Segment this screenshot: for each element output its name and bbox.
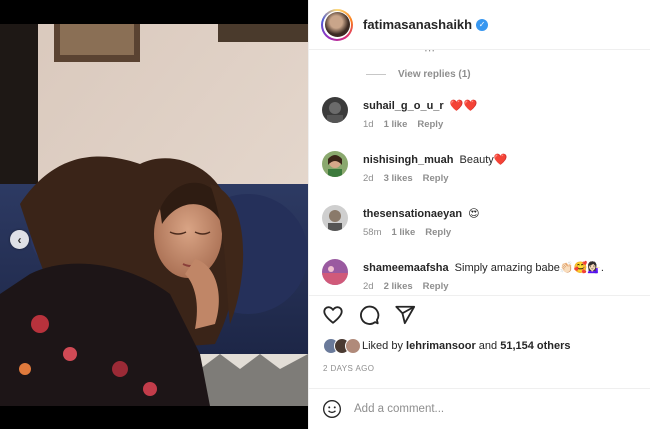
liker-avatars[interactable] [323, 338, 361, 354]
post-timestamp[interactable]: 2 DAYS AGO [323, 364, 374, 373]
post-header: fatimasanashaikh ✓ [309, 0, 650, 50]
comment-age: 2d [363, 281, 374, 292]
comment-text: Simply amazing babe👏🏻🥰💁🏻‍♀️. [454, 262, 604, 274]
comment-icon[interactable] [358, 304, 380, 326]
comment-item: suhail_g_o_u_r ❤️❤️ 1d 1 like Reply [322, 97, 642, 137]
comment-age: 1d [363, 119, 374, 130]
comment-likes-count[interactable]: 3 likes [384, 173, 413, 184]
author-avatar[interactable] [321, 8, 353, 41]
likes-summary: Liked by lehrimansoor and 51,154 others [323, 338, 571, 354]
post-sidebar: fatimasanashaikh ✓ ⋯ View replies (1) su… [308, 0, 650, 429]
comment-item: thesensationaeyan 😍 58m 1 like Reply [322, 205, 642, 245]
comment-item: shameemaafsha Simply amazing babe👏🏻🥰💁🏻‍♀… [322, 259, 642, 295]
comments-list[interactable]: ⋯ View replies (1) suhail_g_o_u_r ❤️❤️ 1… [309, 50, 650, 295]
comment-likes-count[interactable]: 1 like [384, 119, 408, 130]
post-photo[interactable]: ‹ [0, 24, 308, 406]
emoji-icon[interactable] [322, 399, 342, 419]
heart-icon[interactable] [322, 304, 344, 326]
comment-age: 58m [363, 227, 382, 238]
commenter-username[interactable]: thesensationaeyan [363, 208, 462, 220]
truncated-comment-fragment: ⋯ [424, 50, 435, 57]
reply-button[interactable]: Reply [423, 173, 449, 184]
comment-item: nishisingh_muah Beauty❤️ 2d 3 likes Repl… [322, 151, 642, 191]
author-username[interactable]: fatimasanashaikh [363, 17, 472, 32]
comment-input[interactable] [354, 403, 614, 415]
commenter-avatar[interactable] [322, 259, 348, 285]
comment-likes-count[interactable]: 1 like [391, 227, 415, 238]
others-likes-link[interactable]: 51,154 others [500, 340, 570, 352]
commenter-username[interactable]: suhail_g_o_u_r [363, 100, 444, 112]
photo-image [0, 24, 308, 406]
post-actions-bar [309, 295, 650, 333]
post-dialog: ‹ fatimasanashaikh ✓ ⋯ View replies (1) [0, 0, 650, 429]
previous-photo-button[interactable]: ‹ [10, 230, 29, 249]
reply-button[interactable]: Reply [425, 227, 451, 238]
first-liker-username[interactable]: lehrimansoor [406, 340, 476, 352]
reply-button[interactable]: Reply [417, 119, 443, 130]
commenter-username[interactable]: shameemaafsha [363, 262, 449, 274]
commenter-avatar[interactable] [322, 97, 348, 123]
comment-text: Beauty❤️ [459, 154, 508, 166]
comment-likes-count[interactable]: 2 likes [384, 281, 413, 292]
comment-age: 2d [363, 173, 374, 184]
share-icon[interactable] [394, 304, 416, 326]
reply-button[interactable]: Reply [423, 281, 449, 292]
verified-badge-icon: ✓ [476, 18, 489, 31]
comment-text: 😍 [468, 208, 480, 220]
add-comment-bar [309, 388, 650, 429]
commenter-avatar[interactable] [322, 205, 348, 231]
commenter-username[interactable]: nishisingh_muah [363, 154, 453, 166]
chevron-left-icon: ‹ [17, 232, 22, 247]
liked-by-prefix: Liked by [362, 340, 403, 352]
liked-by-conjunction: and [478, 340, 498, 352]
comment-text: ❤️❤️ [449, 100, 478, 112]
view-replies-button[interactable]: View replies (1) [366, 69, 471, 80]
commenter-avatar[interactable] [322, 151, 348, 177]
view-replies-label: View replies (1) [398, 69, 471, 80]
reply-divider [366, 74, 386, 75]
